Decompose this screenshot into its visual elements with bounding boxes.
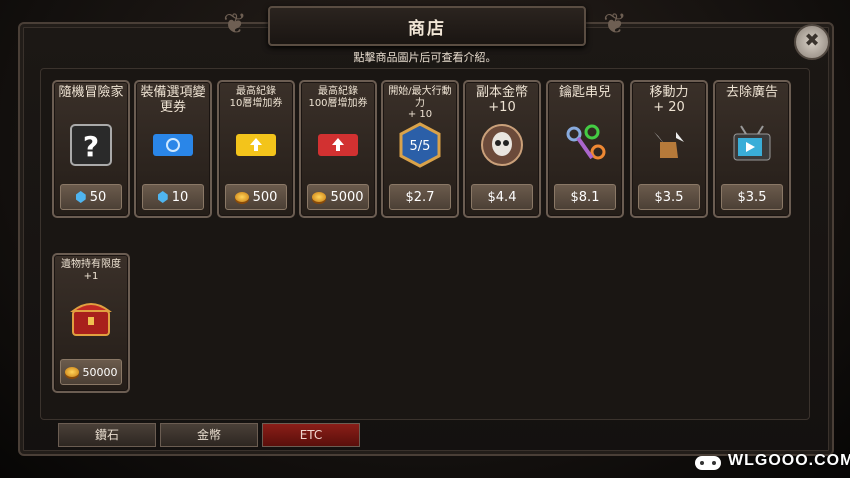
tab-gold[interactable]: 金幣 xyxy=(160,423,258,447)
price-button[interactable]: 10 xyxy=(142,184,204,210)
svg-text:?: ? xyxy=(83,130,99,163)
gem-icon xyxy=(75,191,86,203)
item-name: 最高紀錄 10層增加券 xyxy=(229,86,283,109)
ornament-right-icon: ❦ xyxy=(603,7,627,40)
shop-item-card[interactable]: 最高紀錄 10層增加券 500 xyxy=(217,80,295,218)
skull-coin-icon[interactable] xyxy=(479,122,525,168)
item-name: 開始/最大行動力 + 10 xyxy=(388,86,452,120)
gold-coin-icon xyxy=(234,192,249,202)
page-title: 商店 xyxy=(408,18,446,39)
item-name: 隨機冒險家 xyxy=(58,85,124,100)
close-icon: ✖ xyxy=(804,30,820,51)
gamepad-icon xyxy=(695,456,721,470)
ornament-left-icon: ❦ xyxy=(223,7,247,40)
price-label: $2.7 xyxy=(405,189,435,205)
item-name: 移動力 + 20 xyxy=(649,85,689,115)
question-card-icon[interactable]: ? xyxy=(68,122,114,168)
treasure-chest-icon[interactable] xyxy=(68,295,114,341)
price-button[interactable]: $2.7 xyxy=(389,184,451,210)
shop-item-card[interactable]: 隨機冒險家? 50 xyxy=(52,80,130,218)
winged-boot-icon[interactable] xyxy=(646,122,692,168)
hint-text: 點擊商品圖片后可查看介紹。 xyxy=(353,51,497,64)
shop-item-card[interactable]: 最高紀錄 100層增加券 5000 xyxy=(299,80,377,218)
item-name: 遺物持有限度 +1 xyxy=(61,259,121,282)
shop-item-card[interactable]: 去除廣告 $3.5 xyxy=(713,80,791,218)
price-button[interactable]: 50000 xyxy=(60,359,122,385)
price-button[interactable]: 50 xyxy=(60,184,122,210)
price-label: $4.4 xyxy=(487,189,517,205)
item-name: 裝備選項變更券 xyxy=(140,85,206,115)
hexagon-badge-text: 5/5 xyxy=(410,139,431,154)
gold-coin-icon xyxy=(64,367,79,377)
watermark: WLGOOO.COM xyxy=(728,452,850,469)
shop-item-card[interactable]: 裝備選項變更券 10 xyxy=(134,80,212,218)
price-button[interactable]: 500 xyxy=(225,184,287,210)
price-label: 10 xyxy=(171,189,189,205)
shop-item-card[interactable]: 開始/最大行動力 + 10 5/5 $2.7 xyxy=(381,80,459,218)
price-label: 500 xyxy=(252,189,278,205)
price-button[interactable]: $8.1 xyxy=(554,184,616,210)
yellow-ticket-icon[interactable] xyxy=(233,122,279,168)
title-bar: 商店 xyxy=(268,6,586,46)
gem-icon xyxy=(157,191,168,203)
shop-item-card[interactable]: 移動力 + 20 $3.5 xyxy=(630,80,708,218)
hexagon-badge-icon[interactable]: 5/5 xyxy=(397,122,443,168)
item-name: 副本金幣 +10 xyxy=(475,85,528,115)
price-button[interactable]: $3.5 xyxy=(721,184,783,210)
item-name: 去除廣告 xyxy=(725,85,778,100)
tab-etc[interactable]: ETC xyxy=(262,423,360,447)
blue-ticket-icon[interactable] xyxy=(150,122,196,168)
price-button[interactable]: $4.4 xyxy=(471,184,533,210)
keys-icon[interactable] xyxy=(562,122,608,168)
price-label: $3.5 xyxy=(654,189,684,205)
price-label: $3.5 xyxy=(737,189,767,205)
price-label: 5000 xyxy=(330,189,364,205)
tv-icon[interactable] xyxy=(729,122,775,168)
gold-coin-icon xyxy=(312,192,327,202)
item-name: 鑰匙串兒 xyxy=(558,85,611,100)
shop-item-card[interactable]: 遺物持有限度 +1 50000 xyxy=(52,253,130,393)
red-ticket-icon[interactable] xyxy=(315,122,361,168)
shop-item-card[interactable]: 鑰匙串兒 $8.1 xyxy=(546,80,624,218)
price-button[interactable]: 5000 xyxy=(307,184,369,210)
price-label: 50000 xyxy=(82,365,118,379)
item-name: 最高紀錄 100層增加券 xyxy=(308,86,368,109)
price-label: 50 xyxy=(89,189,107,205)
price-label: $8.1 xyxy=(570,189,600,205)
shop-item-card[interactable]: 副本金幣 +10 $4.4 xyxy=(463,80,541,218)
price-button[interactable]: $3.5 xyxy=(638,184,700,210)
tab-diamond[interactable]: 鑽石 xyxy=(58,423,156,447)
